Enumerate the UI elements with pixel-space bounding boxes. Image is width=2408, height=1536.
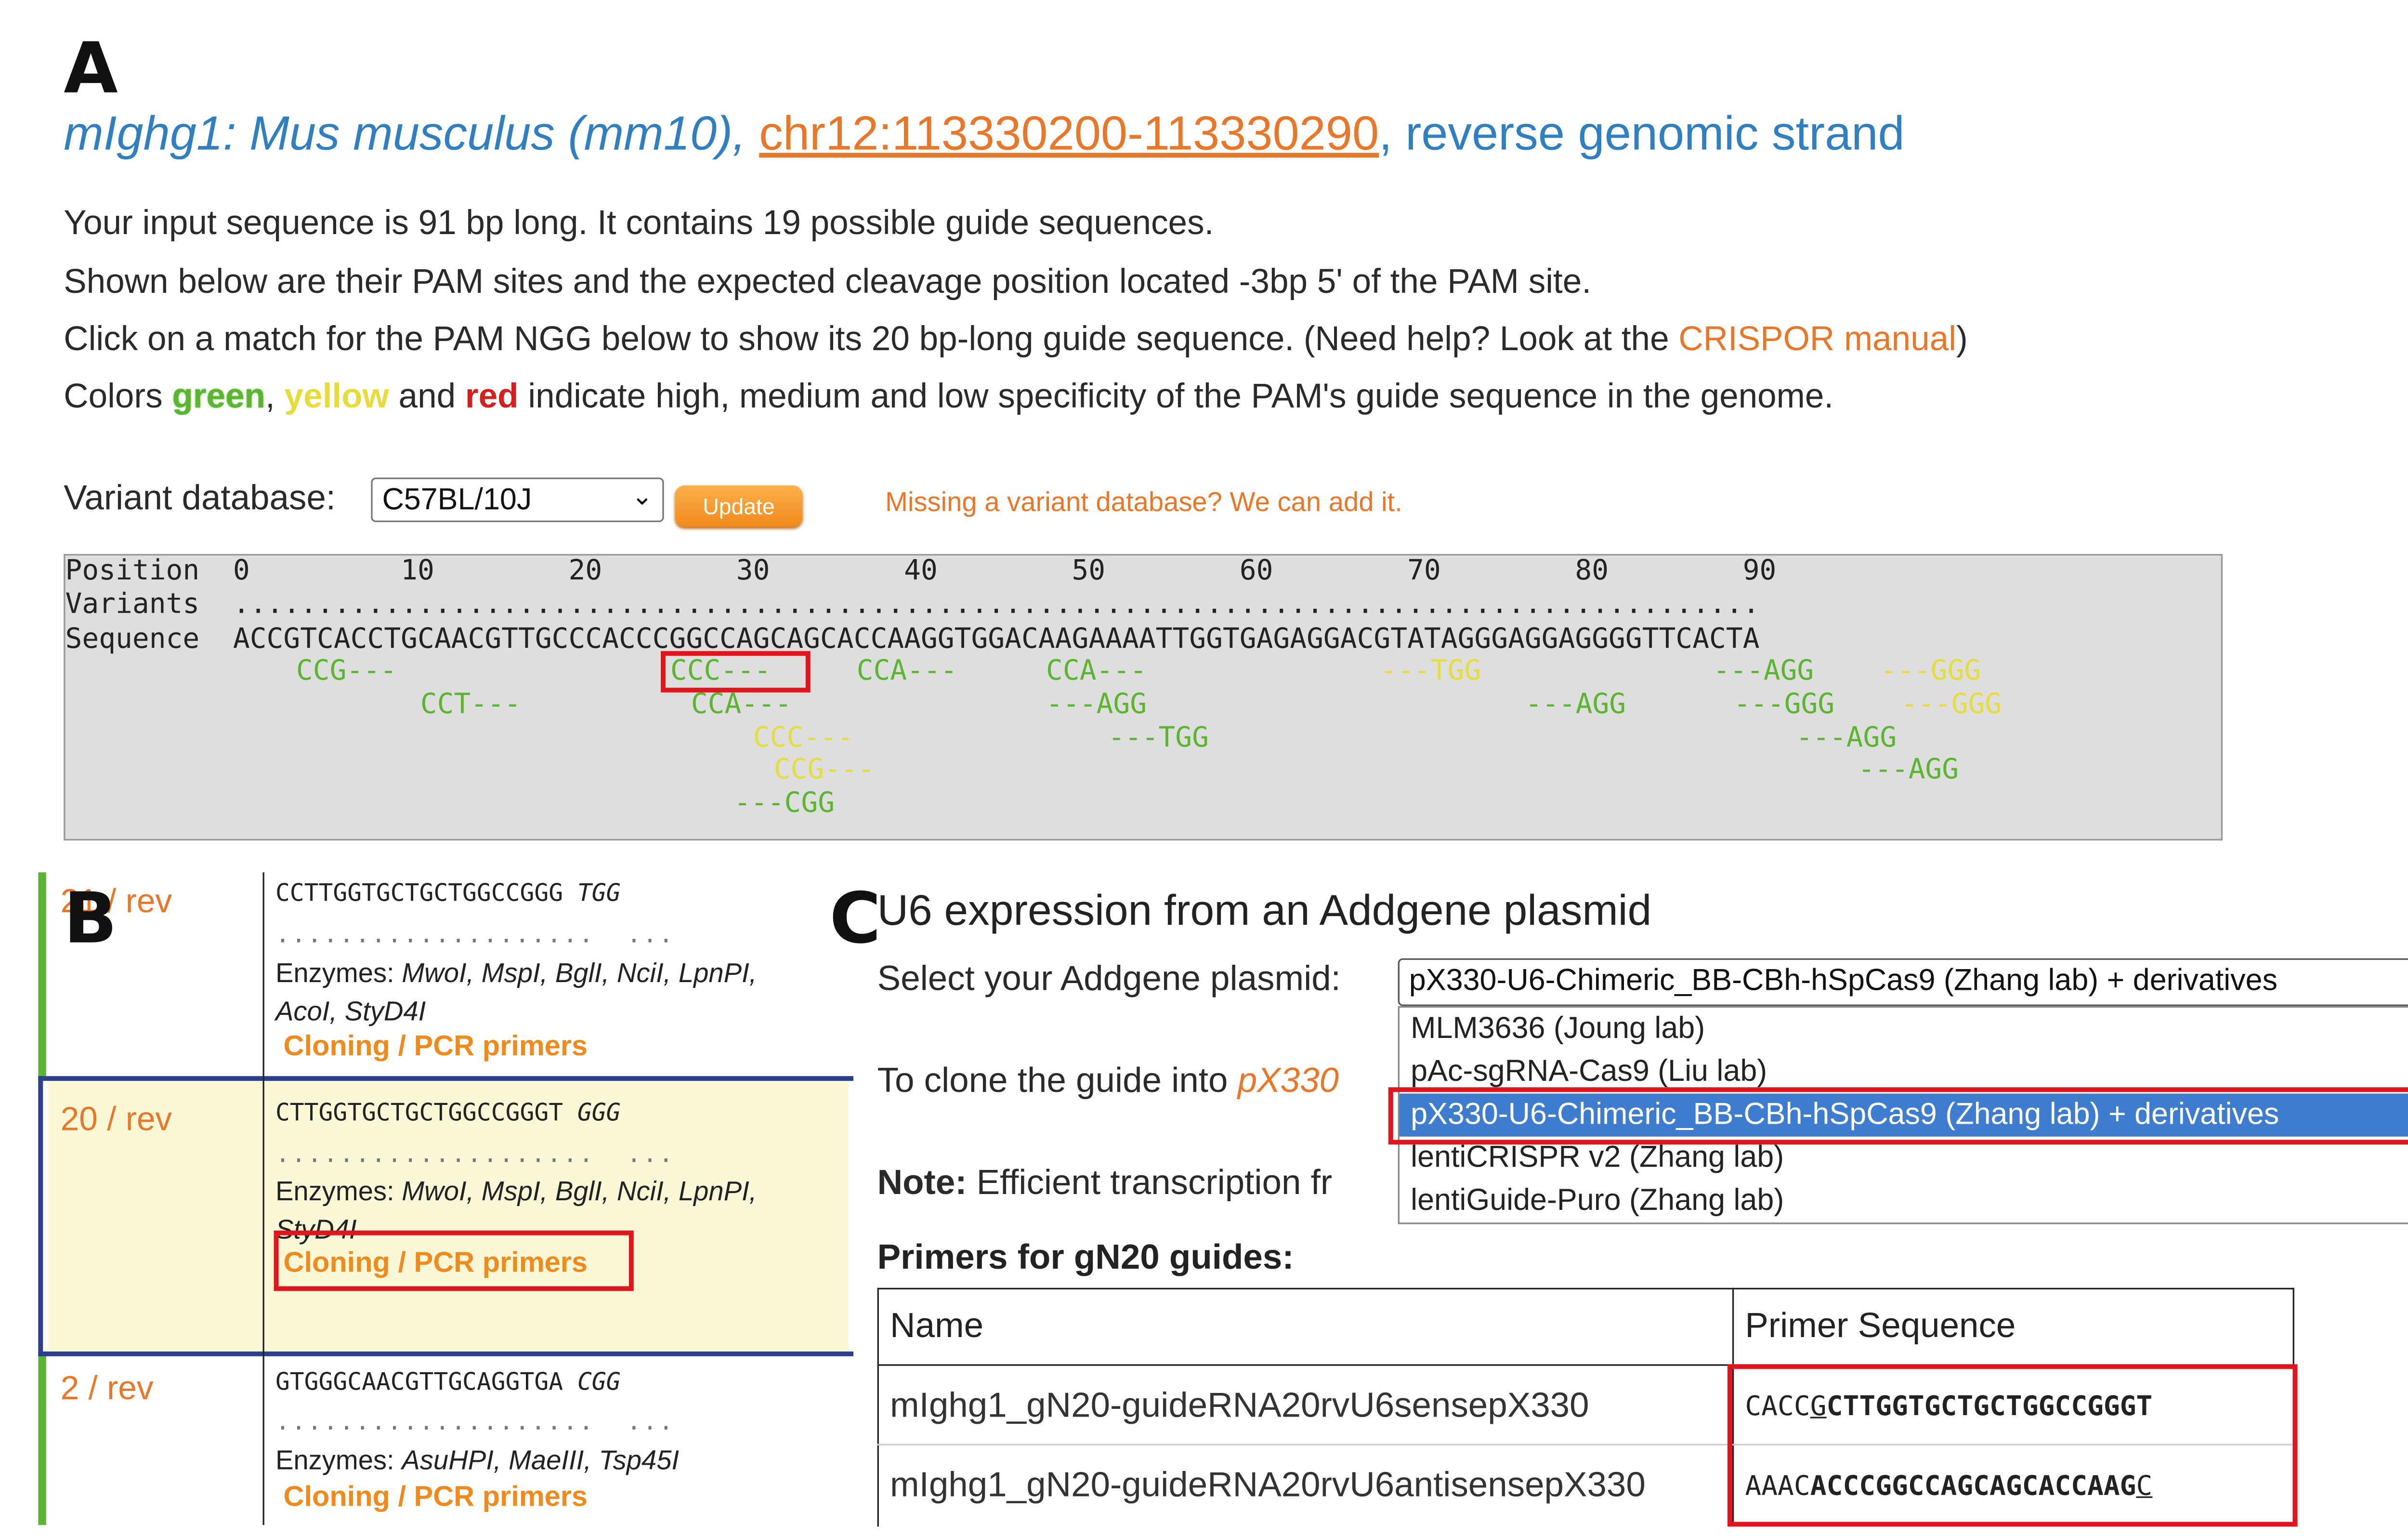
pam-match[interactable]: ---GGG bbox=[1901, 689, 2002, 721]
guide-pam: CGG bbox=[577, 1367, 621, 1396]
table-border bbox=[877, 1287, 2294, 1290]
crispor-manual-link[interactable]: CRISPOR manual bbox=[1678, 320, 1956, 358]
pam-match[interactable]: ---AGG bbox=[1858, 755, 1959, 787]
guide-dots: .................... ... bbox=[275, 920, 675, 949]
pam-match[interactable]: CCA--- bbox=[1046, 656, 1147, 688]
addgene-section-title: U6 expression from an Addgene plasmid bbox=[877, 886, 1652, 935]
guide-sequence: GTGGGCAACGTTGCAGGTGA CGG bbox=[275, 1367, 621, 1396]
strand-text: , reverse genomic strand bbox=[1379, 108, 1905, 161]
guide-enzymes: Enzymes: AsuHPI, MaeIII, Tsp45I bbox=[275, 1442, 825, 1480]
table-border bbox=[877, 1287, 879, 1527]
clone-text: To clone the guide into bbox=[877, 1060, 1238, 1100]
pam-match[interactable]: CCA--- bbox=[857, 656, 957, 688]
guide-position[interactable]: 2 / rev bbox=[61, 1371, 154, 1409]
note-text: Note: Efficient transcription fr bbox=[877, 1162, 1332, 1204]
note-label: Note: bbox=[877, 1162, 967, 1202]
guide-pam: GGG bbox=[577, 1098, 621, 1127]
variants-row: Variants ...............................… bbox=[65, 589, 1760, 621]
sep1: , bbox=[265, 377, 285, 416]
chevron-down-icon: ⌄ bbox=[631, 484, 653, 511]
guide-enzymes: Enzymes: MwoI, MspI, BglI, NciI, LpnPI, … bbox=[275, 955, 825, 1032]
guide-dots: .................... ... bbox=[275, 1407, 675, 1436]
column-divider bbox=[262, 872, 264, 1525]
pam-match[interactable]: ---GGG bbox=[1880, 656, 1981, 688]
sep2: and bbox=[389, 377, 465, 416]
panel-letter-c: C bbox=[829, 879, 881, 960]
pam-match[interactable]: ---CGG bbox=[734, 788, 835, 820]
page-title: mIghg1: Mus musculus (mm10), chr12:11333… bbox=[64, 108, 1904, 162]
variant-database-label: Variant database: bbox=[64, 477, 336, 518]
color-red-word: red bbox=[465, 377, 519, 416]
intro-line-3-end: ) bbox=[1956, 320, 1968, 358]
color-green-word: green bbox=[172, 377, 266, 416]
enzymes-label: Enzymes: bbox=[275, 1445, 402, 1476]
guide-sequence: CCTTGGTGCTGCTGGCCGGG TGG bbox=[275, 879, 621, 907]
primer-name: mIghg1_gN20-guideRNA20rvU6sensepX330 bbox=[890, 1385, 1589, 1425]
colors-text: Colors bbox=[64, 377, 172, 416]
enzymes-list: AsuHPI, MaeIII, Tsp45I bbox=[402, 1445, 680, 1476]
intro-line-2: Shown below are their PAM sites and the … bbox=[64, 263, 1592, 301]
pam-match[interactable]: ---TGG bbox=[1108, 722, 1209, 754]
pam-match[interactable]: ---GGG bbox=[1734, 689, 1834, 721]
panel-letter-a: A bbox=[64, 28, 118, 110]
variant-database-select[interactable]: C57BL/10J ⌄ bbox=[371, 477, 664, 523]
intro-line-1: Your input sequence is 91 bp long. It co… bbox=[64, 204, 1214, 242]
plasmid-option[interactable]: MLM3636 (Joung lab) bbox=[1400, 1008, 2408, 1050]
gene-species: mIghg1: Mus musculus (mm10), bbox=[64, 108, 746, 161]
sequence-row: Sequence ACCGTCACCTGCAACGTTGCCCACCCGGCCA… bbox=[65, 624, 1760, 656]
pam-match[interactable]: ---AGG bbox=[1796, 722, 1897, 754]
clone-guide-text: To clone the guide into pX330 bbox=[877, 1060, 1339, 1102]
locus-link[interactable]: chr12:113330200-113330290 bbox=[759, 108, 1379, 161]
guide-dots: .................... ... bbox=[275, 1140, 675, 1168]
highlight-box bbox=[1388, 1087, 2408, 1145]
highlight-box bbox=[1727, 1364, 2298, 1527]
intro-line-3: Click on a match for the PAM NGG below t… bbox=[64, 320, 1968, 360]
guide-position[interactable]: 20 / rev bbox=[61, 1102, 172, 1140]
panel-letter-b: B bbox=[64, 879, 118, 960]
pam-match[interactable]: CCG--- bbox=[774, 755, 875, 787]
colors-text-end: indicate high, medium and low specificit… bbox=[518, 377, 1834, 416]
plasmid-option[interactable]: lentiGuide-Puro (Zhang lab) bbox=[1400, 1180, 2408, 1222]
cloning-primers-link[interactable]: Cloning / PCR primers bbox=[283, 1030, 588, 1063]
primer-name: mIghg1_gN20-guideRNA20rvU6antisensepX330 bbox=[890, 1464, 1646, 1505]
specificity-bar bbox=[38, 872, 46, 1079]
update-button[interactable]: Update bbox=[675, 486, 803, 527]
guide-sequence: CTTGGTGCTGCTGGCCGGGT GGG bbox=[275, 1098, 621, 1127]
plasmid-select[interactable]: pX330-U6-Chimeric_BB-CBh-hSpCas9 (Zhang … bbox=[1398, 958, 2408, 1006]
guide-seq-text: GTGGGCAACGTTGCAGGTGA bbox=[275, 1367, 563, 1396]
column-header-sequence: Primer Sequence bbox=[1745, 1305, 2016, 1345]
pam-match[interactable]: CCT--- bbox=[420, 689, 521, 721]
pam-match[interactable]: CCA--- bbox=[691, 689, 792, 721]
color-yellow-word: yellow bbox=[284, 377, 389, 416]
enzymes-label: Enzymes: bbox=[275, 958, 402, 989]
intro-line-4: Colors green, yellow and red indicate hi… bbox=[64, 377, 1833, 417]
highlight-box bbox=[274, 1230, 634, 1291]
plasmid-select-value: pX330-U6-Chimeric_BB-CBh-hSpCas9 (Zhang … bbox=[1409, 964, 2278, 998]
guide-seq-text: CCTTGGTGCTGCTGGCCGGG bbox=[275, 879, 563, 907]
guide-seq-text: CTTGGTGCTGCTGGCCGGGT bbox=[275, 1098, 563, 1127]
enzymes-label: Enzymes: bbox=[275, 1176, 402, 1207]
plasmid-select-label: Select your Addgene plasmid: bbox=[877, 958, 1341, 998]
pam-match[interactable]: ---TGG bbox=[1380, 656, 1481, 688]
note-body: Efficient transcription fr bbox=[967, 1162, 1333, 1202]
position-row: Position 0 10 20 30 40 50 60 70 80 90 bbox=[65, 555, 1777, 588]
pam-match[interactable]: ---AGG bbox=[1713, 656, 1814, 688]
highlight-box bbox=[660, 651, 811, 693]
specificity-bar bbox=[38, 1353, 46, 1525]
pam-match[interactable]: CCC--- bbox=[753, 722, 854, 754]
sequence-viewer: Position 0 10 20 30 40 50 60 70 80 90 Va… bbox=[64, 554, 2223, 841]
intro-line-3-text: Click on a match for the PAM NGG below t… bbox=[64, 320, 1679, 358]
guide-pam: TGG bbox=[577, 879, 621, 907]
pam-match[interactable]: CCG--- bbox=[296, 656, 397, 688]
primers-title: Primers for gN20 guides: bbox=[877, 1236, 1294, 1277]
pam-match[interactable]: ---AGG bbox=[1525, 689, 1626, 721]
variant-database-value: C57BL/10J bbox=[382, 484, 532, 518]
pam-match[interactable]: ---AGG bbox=[1046, 689, 1147, 721]
column-header-name: Name bbox=[890, 1305, 984, 1345]
cloning-primers-link[interactable]: Cloning / PCR primers bbox=[283, 1481, 588, 1514]
missing-variant-link[interactable]: Missing a variant database? We can add i… bbox=[885, 487, 1402, 519]
plasmid-name: pX330 bbox=[1237, 1060, 1339, 1100]
